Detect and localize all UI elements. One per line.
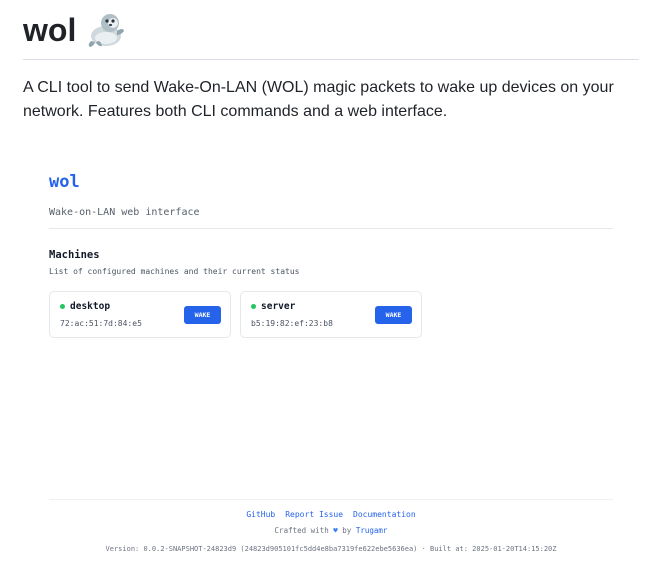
wake-server-button[interactable]: WAKE — [375, 306, 412, 324]
machine-mac-address: 72:ac:51:7d:84:e5 — [60, 319, 142, 328]
status-online-icon — [251, 304, 256, 309]
seal-icon — [89, 14, 125, 47]
github-link[interactable]: GitHub — [246, 510, 275, 519]
machines-heading: Machines — [49, 249, 100, 261]
crafted-with-line: Crafted with ♥ by Trugamr — [23, 526, 639, 535]
version-info: Version: 0.0.2-SNAPSHOT-24823d9 (24823d9… — [105, 545, 557, 553]
machines-description: List of configured machines and their cu… — [49, 267, 300, 276]
footer-divider — [49, 499, 613, 500]
author-link[interactable]: Trugamr — [356, 526, 388, 535]
machine-name: desktop — [70, 301, 111, 312]
header-divider — [49, 228, 613, 229]
wake-desktop-button[interactable]: WAKE — [184, 306, 221, 324]
footer-links: GitHub Report Issue Documentation — [23, 510, 639, 519]
crafted-prefix: Crafted with — [274, 526, 329, 535]
title-divider — [23, 59, 639, 60]
machine-card-desktop: desktop 72:ac:51:7d:84:e5 WAKE — [49, 291, 231, 338]
app-subtitle: Wake-on-LAN web interface — [49, 207, 200, 218]
readme-title: wol — [23, 12, 77, 48]
readme-header: wol — [23, 10, 126, 50]
documentation-link[interactable]: Documentation — [353, 510, 416, 519]
machine-mac-address: b5:19:82:ef:23:b8 — [251, 319, 333, 328]
app-title[interactable]: wol — [49, 172, 80, 192]
readme-description: A CLI tool to send Wake-On-LAN (WOL) mag… — [23, 79, 614, 120]
web-interface-screenshot: wol Wake-on-LAN web interface Machines L… — [23, 150, 639, 565]
machine-name: server — [261, 301, 296, 312]
report-issue-link[interactable]: Report Issue — [285, 510, 343, 519]
heart-icon: ♥ — [333, 526, 338, 535]
status-online-icon — [60, 304, 65, 309]
crafted-by: by — [342, 526, 352, 535]
machine-card-server: server b5:19:82:ef:23:b8 WAKE — [240, 291, 422, 338]
